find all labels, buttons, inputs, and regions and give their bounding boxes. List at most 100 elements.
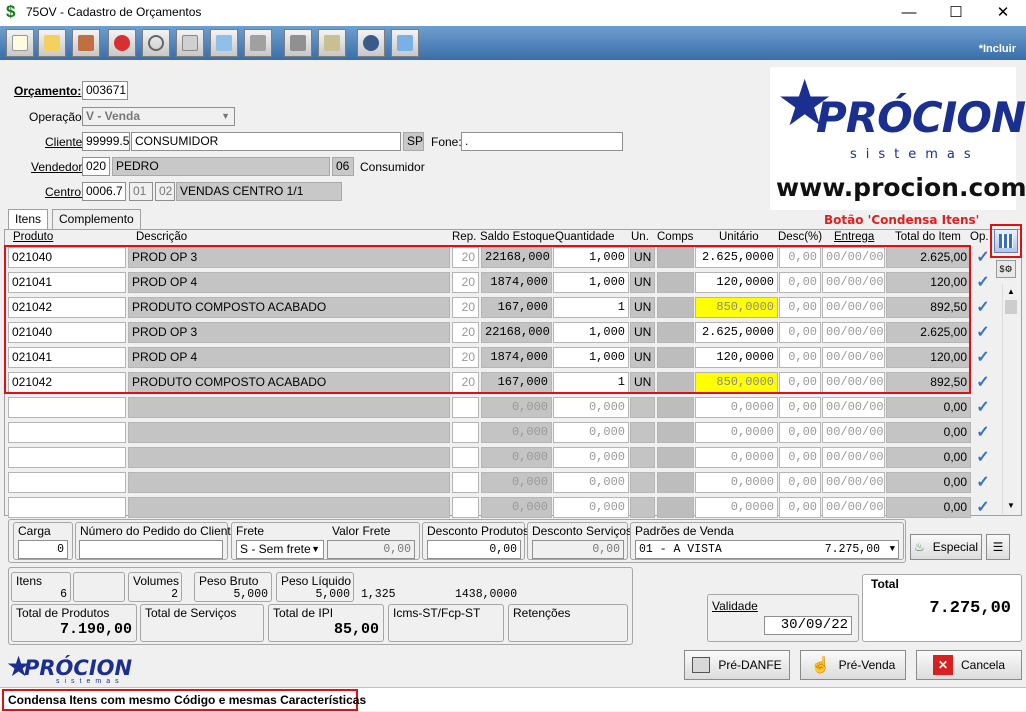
vendedor-code-field[interactable]: 020 [82,157,110,176]
fone-field[interactable]: . [461,132,623,151]
cell-qtd[interactable]: 0,000 [553,447,629,468]
cell-desc[interactable]: 0,00 [779,397,821,418]
tab-complemento[interactable]: Complemento [52,209,141,229]
row-check-icon[interactable]: ✓ [974,348,992,368]
row-check-icon[interactable]: ✓ [974,273,992,293]
scroll-thumb[interactable] [1005,300,1017,314]
cell-unit[interactable]: 0,0000 [695,397,778,418]
row-check-icon[interactable]: ✓ [974,298,992,318]
cell-desc[interactable]: 0,00 [779,497,821,518]
row-check-icon[interactable]: ✓ [974,398,992,418]
config-button[interactable] [318,29,346,57]
money-icon: ♨ [913,540,925,554]
cell-comps[interactable] [657,447,694,468]
validade-field[interactable]: 30/09/22 [764,616,852,635]
pre-venda-button[interactable]: ☝ Pré-Venda [800,650,906,680]
operacao-value: V - Venda [86,109,141,123]
cell-qtd[interactable]: 0,000 [553,397,629,418]
cell-unit[interactable]: 0,0000 [695,497,778,518]
cell-produto[interactable] [8,397,126,418]
cell-produto[interactable] [8,422,126,443]
cell-qtd[interactable]: 0,000 [553,497,629,518]
cell-produto[interactable] [8,497,126,518]
centro-code-field[interactable]: 0006.7 [82,182,126,201]
cell-desc[interactable]: 0,00 [779,422,821,443]
delete-button[interactable] [108,29,136,57]
print-button[interactable] [244,29,272,57]
scroll-down-icon[interactable]: ▼ [1003,498,1019,514]
expand-button[interactable] [210,29,238,57]
padroes-select[interactable]: 01 - A VISTA 7.275,00 ▼ [635,540,899,559]
cell-unit[interactable]: 0,0000 [695,422,778,443]
cell-desc[interactable]: 0,00 [779,447,821,468]
cell-produto[interactable] [8,472,126,493]
cliente-code-field[interactable]: 99999.5 [82,132,130,151]
cell-unit[interactable]: 0,0000 [695,472,778,493]
condensa-grid-icon [999,234,1013,248]
close-button[interactable]: ✕ [980,0,1026,26]
search-button[interactable] [142,29,170,57]
cliente-name-field[interactable]: CONSUMIDOR [131,132,401,151]
cell-unit[interactable]: 0,0000 [695,447,778,468]
desc-prod-field[interactable]: 0,00 [427,540,521,559]
cell-entrega[interactable]: 00/00/00 [822,447,885,468]
list-button[interactable]: ☰ [986,534,1010,560]
cell-entrega[interactable]: 00/00/00 [822,422,885,443]
help-button[interactable] [391,29,419,57]
cell-comps[interactable] [657,497,694,518]
col-produto: Produto [13,231,54,243]
maximize-button[interactable]: ☐ [933,0,979,26]
row-check-icon[interactable]: ✓ [974,498,992,518]
grid-scrollbar[interactable]: ▲ ▼ [1002,284,1019,514]
condensa-itens-button[interactable] [994,229,1018,253]
highlight-duplicate-rows [4,245,971,394]
especial-label: Especial [932,540,979,554]
cell-qtd[interactable]: 0,000 [553,422,629,443]
cell-entrega[interactable]: 00/00/00 [822,472,885,493]
tools-button[interactable] [284,29,312,57]
frete-select[interactable]: S - Sem frete ▼ [236,540,324,559]
operacao-select[interactable]: V - Venda ▼ [82,107,235,126]
col-unitario: Unitário [719,231,759,243]
cancela-button[interactable]: ✕ Cancela [916,650,1022,680]
handshake-icon: ☝ [810,657,831,674]
tab-itens[interactable]: Itens [8,209,49,229]
row-check-icon[interactable]: ✓ [974,373,992,393]
row-check-icon[interactable]: ✓ [974,423,992,443]
cell-rep [452,422,479,443]
row-check-icon[interactable]: ✓ [974,473,992,493]
cell-comps[interactable] [657,397,694,418]
cell-qtd[interactable]: 0,000 [553,472,629,493]
calc-button[interactable]: $⚙ [996,260,1016,278]
padroes-group: Padrões de Venda 01 - A VISTA 7.275,00 ▼ [630,522,904,560]
pedido-field[interactable] [79,540,223,559]
cell-comps[interactable] [657,472,694,493]
cell-comps[interactable] [657,422,694,443]
minimize-button[interactable]: — [886,0,932,26]
pre-danfe-button[interactable]: Pré-DANFE [684,650,790,680]
cell-un [630,397,655,418]
valor-frete-field[interactable]: 0,00 [327,540,415,559]
user-button[interactable] [357,29,385,57]
cell-entrega[interactable]: 00/00/00 [822,497,885,518]
cancel-icon: ✕ [932,655,953,675]
cell-produto[interactable] [8,447,126,468]
cell-desc[interactable]: 0,00 [779,472,821,493]
scroll-up-icon[interactable]: ▲ [1003,284,1019,300]
orcamento-field[interactable]: 003671 [82,81,128,100]
row-check-icon[interactable]: ✓ [974,448,992,468]
especial-button[interactable]: ♨ Especial [910,534,982,560]
edit-button[interactable] [38,29,66,57]
col-quantidade: Quantidade [555,231,615,243]
col-descricao: Descrição [136,231,188,243]
save-button[interactable] [72,29,100,57]
col-entrega: Entrega [834,231,875,243]
row-check-icon[interactable]: ✓ [974,323,992,343]
itens-count-group: Itens 6 [11,572,71,602]
export-button[interactable] [176,29,204,57]
carga-field[interactable]: 0 [18,540,68,559]
desc-serv-field[interactable]: 0,00 [532,540,624,559]
cell-descricao [128,447,450,468]
cell-entrega[interactable]: 00/00/00 [822,397,885,418]
new-button[interactable] [6,29,34,57]
